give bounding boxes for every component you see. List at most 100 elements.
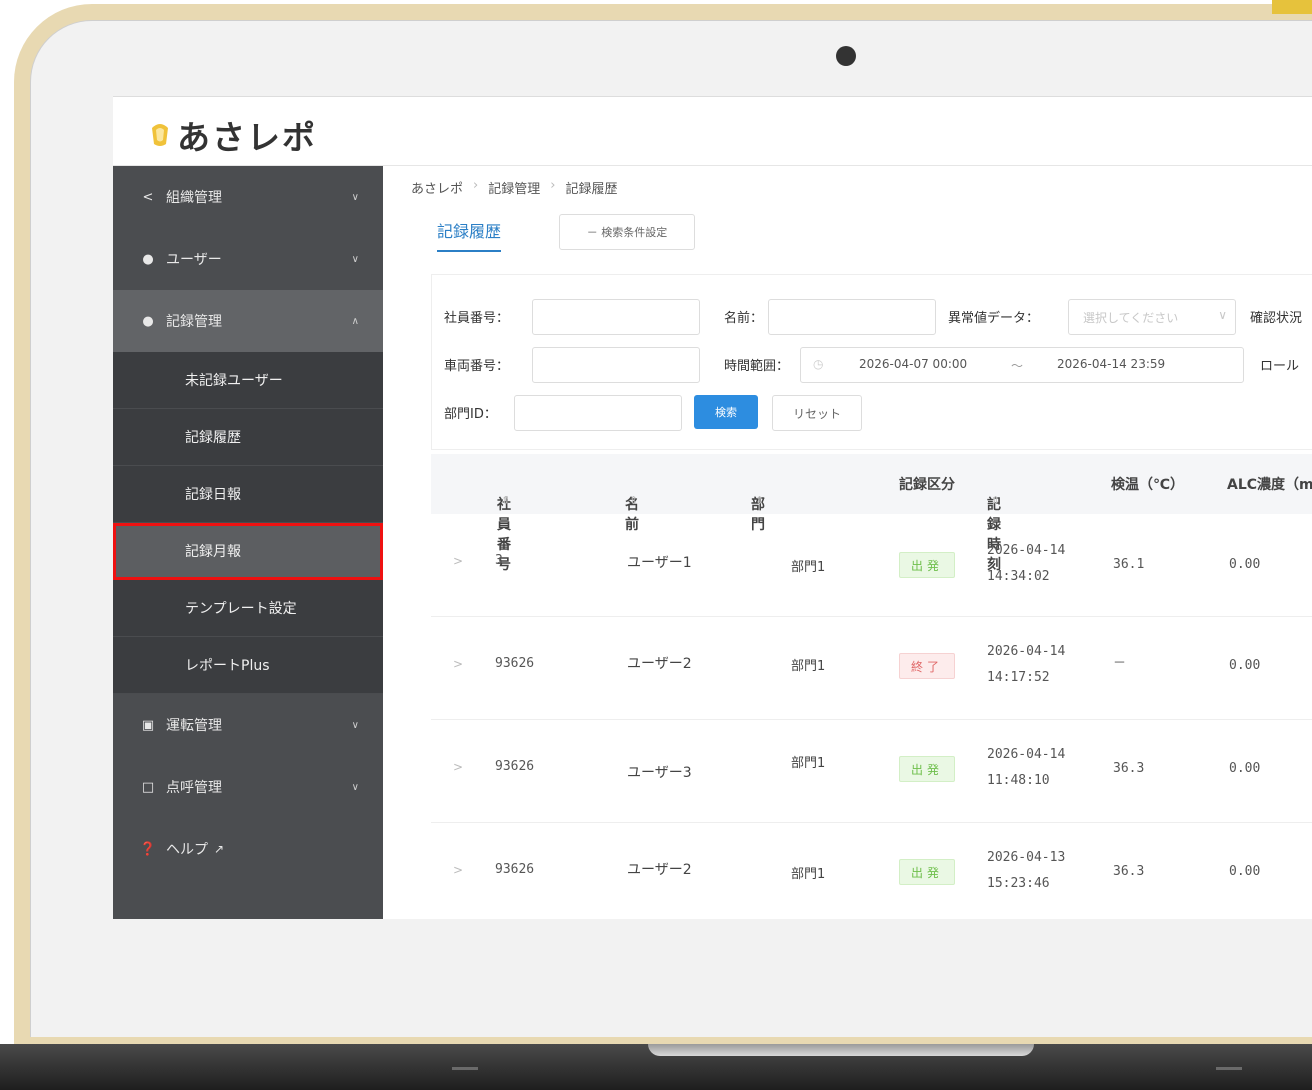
employee-no-label: 社員番号： (444, 311, 510, 326)
breadcrumb-separator: › (473, 178, 479, 193)
cell-alc: 0.00 (1229, 864, 1261, 879)
table-row[interactable]: > 93626 ユーザー2 部門1 終了 2026-04-14 14:17:52… (431, 617, 1312, 720)
col-record-type: 記録区分 (899, 477, 955, 493)
sidebar-item-label: 記録管理 (166, 314, 222, 330)
col-alc: ALC濃度（mg (1227, 477, 1312, 493)
cell-record-time: 14:34:02 (987, 569, 1050, 584)
sidebar: < 組織管理 ∨ ● ユーザー ∨ ● 記録管理 ∧ 未記録ユーザー 記録履歴 … (113, 166, 383, 919)
date-end: 2026-04-14 23:59 (1057, 357, 1166, 371)
vehicle-no-input[interactable] (532, 347, 700, 383)
cell-temperature: 36.3 (1113, 761, 1145, 776)
cell-alc: 0.00 (1229, 557, 1261, 572)
topbar: あさレポ (113, 97, 1312, 166)
sidebar-subitem-label: 記録履歴 (185, 430, 241, 446)
cell-dept: 部門1 (791, 756, 826, 771)
cell-dept: 部門1 (791, 659, 826, 674)
sidebar-item-help[interactable]: ❓ ヘルプ ↗ (113, 818, 383, 880)
search-button[interactable]: 検索 (694, 395, 758, 429)
dept-id-input[interactable] (514, 395, 682, 431)
abnormal-select-placeholder: 選択してください (1083, 311, 1179, 325)
share-icon: < (142, 189, 154, 205)
col-temperature: 検温（℃） (1111, 477, 1184, 493)
cell-record-date: 2026-04-14 (987, 543, 1066, 558)
cell-temperature: 36.1 (1113, 557, 1145, 572)
cell-record-time: 14:17:52 (987, 670, 1050, 685)
sidebar-subitem-label: 記録月報 (185, 544, 241, 560)
foot-left (452, 1067, 478, 1070)
name-input[interactable] (768, 299, 936, 335)
breadcrumb-separator: › (550, 178, 556, 193)
sidebar-item-records[interactable]: ● 記録管理 ∧ (113, 290, 383, 352)
expand-icon[interactable]: > (453, 554, 463, 568)
sidebar-item-organization[interactable]: < 組織管理 ∨ (113, 166, 383, 228)
record-type-badge: 終了 (899, 653, 955, 679)
reset-button[interactable]: リセット (772, 395, 862, 431)
sidebar-subitem-label: 記録日報 (185, 487, 241, 503)
expand-icon[interactable]: > (453, 863, 463, 877)
sidebar-subitem-label: レポートPlus (185, 658, 270, 674)
sidebar-item-label: 点呼管理 (166, 780, 222, 796)
expand-icon[interactable]: > (453, 760, 463, 774)
cell-employee-no: 3 (495, 553, 503, 568)
camera-dot (836, 46, 856, 66)
user-icon: ● (142, 313, 154, 329)
sidebar-subitem-label: テンプレート設定 (185, 601, 297, 617)
sidebar-subitem-report-plus[interactable]: レポートPlus (113, 637, 383, 694)
sidebar-subitem-unrecorded-users[interactable]: 未記録ユーザー (113, 352, 383, 409)
search-condition-button[interactable]: － 検索条件設定 (559, 214, 695, 250)
screen: あさレポ < 組織管理 ∨ ● ユーザー ∨ ● 記録管理 ∧ 未記録ユーザー … (113, 96, 1312, 919)
cell-employee-no: 93626 (495, 656, 535, 671)
chevron-down-icon: ∨ (351, 191, 359, 203)
table-row[interactable]: > 3 ユーザー1 部門1 出発 2026-04-14 14:34:02 36.… (431, 514, 1312, 617)
video-icon: ▣ (141, 717, 155, 733)
cell-dept: 部門1 (791, 560, 826, 575)
confirm-status-label: 確認状況 (1250, 311, 1303, 326)
chevron-down-icon: ∨ (351, 253, 359, 265)
cell-temperature: － (1113, 656, 1127, 671)
clock-icon: ◷ (813, 357, 824, 371)
time-range-label: 時間範囲： (724, 359, 790, 374)
help-icon: ❓ (139, 841, 157, 857)
sidebar-item-rollcall[interactable]: □ 点呼管理 ∨ (113, 756, 383, 818)
expand-icon[interactable]: > (453, 657, 463, 671)
sidebar-item-label: 組織管理 (166, 190, 222, 206)
employee-no-input[interactable] (532, 299, 700, 335)
table-row[interactable]: > 93626 ユーザー2 部門1 出発 2026-04-13 15:23:46… (431, 823, 1312, 919)
main-content: あさレポ › 記録管理 › 記録履歴 記録履歴 － 検索条件設定 社員番号： 名… (409, 166, 1312, 919)
abnormal-label: 異常値データ： (948, 311, 1040, 326)
sidebar-subitem-monthly-report[interactable]: 記録月報 (113, 523, 383, 580)
cell-record-date: 2026-04-14 (987, 644, 1066, 659)
cell-record-date: 2026-04-13 (987, 850, 1066, 865)
table-row[interactable]: > 93626 ユーザー3 部門1 出発 2026-04-14 11:48:10… (431, 720, 1312, 823)
cell-employee-no: 93626 (495, 759, 535, 774)
breadcrumb-item[interactable]: 記録管理 (488, 178, 540, 197)
cell-alc: 0.00 (1229, 761, 1261, 776)
breadcrumb-item[interactable]: あさレポ (411, 178, 463, 197)
sidebar-subitem-daily-report[interactable]: 記録日報 (113, 466, 383, 523)
vehicle-no-label: 車両番号： (444, 359, 510, 374)
chevron-down-icon: ∨ (351, 719, 359, 731)
sidebar-item-users[interactable]: ● ユーザー ∨ (113, 228, 383, 290)
sort-icon: ⇕ (629, 494, 639, 507)
sidebar-subitem-template-settings[interactable]: テンプレート設定 (113, 580, 383, 637)
cell-record-time: 15:23:46 (987, 876, 1050, 891)
cell-name: ユーザー2 (627, 656, 692, 672)
camera-icon: □ (141, 779, 155, 795)
breadcrumb: あさレポ › 記録管理 › 記録履歴 (411, 178, 617, 197)
cell-name: ユーザー2 (627, 862, 692, 878)
record-type-badge: 出発 (899, 552, 955, 578)
sidebar-item-driving[interactable]: ▣ 運転管理 ∨ (113, 694, 383, 756)
logo[interactable]: あさレポ (149, 111, 317, 159)
date-range-picker[interactable]: ◷ 2026-04-07 00:00 ～ 2026-04-14 23:59 (800, 347, 1244, 383)
logo-mark-icon (152, 124, 168, 146)
sidebar-subitem-record-history[interactable]: 記録履歴 (113, 409, 383, 466)
abnormal-select[interactable]: 選択してください ∨ (1068, 299, 1236, 335)
user-icon: ● (142, 251, 154, 267)
logo-text: あさレポ (177, 118, 317, 157)
dept-id-label: 部門ID： (444, 407, 497, 422)
tab-record-history[interactable]: 記録履歴 (437, 218, 502, 252)
corner-accent (1272, 0, 1312, 14)
sort-icon: ⇕ (501, 494, 511, 507)
table-header: 社員番号⇕ 名前⇕ 部門⇕ 記録区分 記録時刻⇕ 検温（℃） ALC濃度（mg (431, 454, 1312, 573)
external-link-icon: ↗ (214, 842, 225, 856)
